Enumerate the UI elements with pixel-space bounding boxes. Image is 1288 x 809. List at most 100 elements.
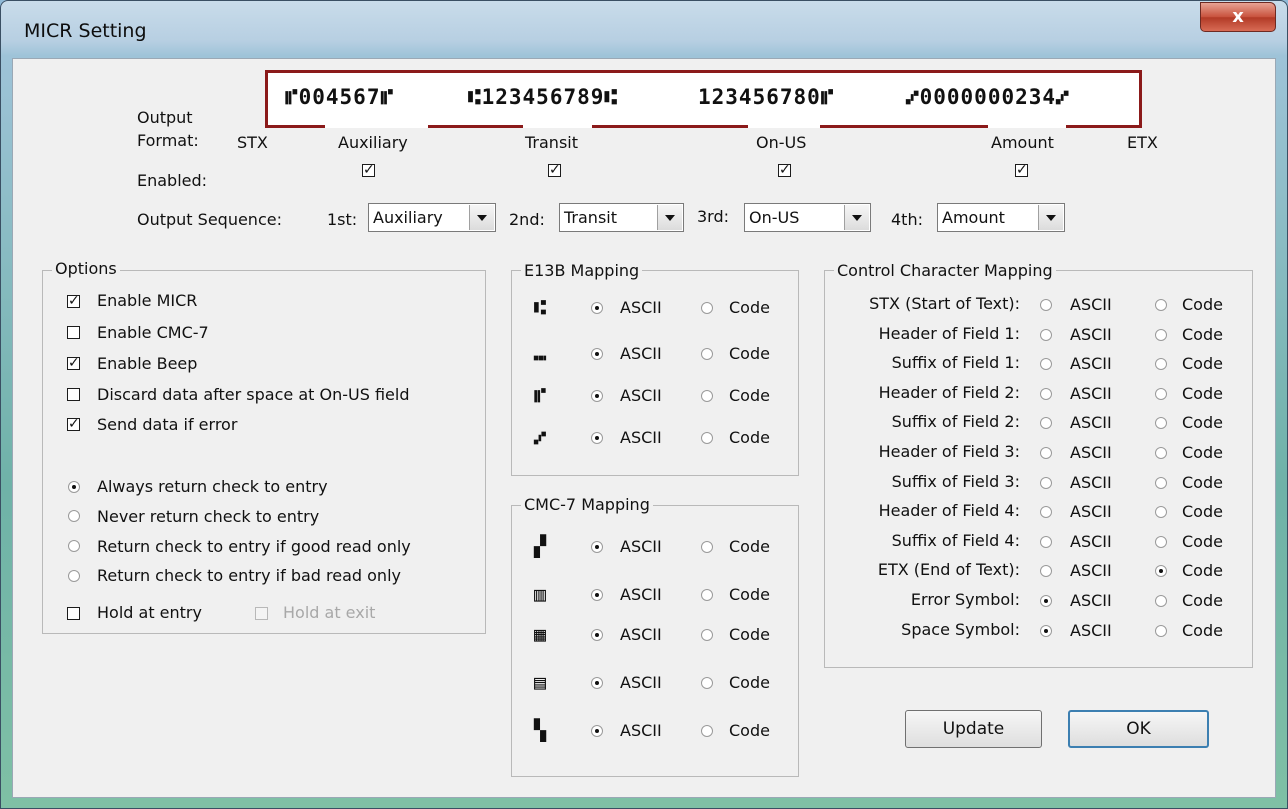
enable-micr-label[interactable]: Enable MICR xyxy=(97,291,197,310)
chevron-down-icon[interactable] xyxy=(1038,205,1063,230)
cmc7-code-label[interactable]: Code xyxy=(729,625,770,644)
enable-beep-label[interactable]: Enable Beep xyxy=(97,354,197,373)
e13b-ascii-label[interactable]: ASCII xyxy=(620,298,662,317)
hold-at-entry-checkbox[interactable] xyxy=(67,607,80,620)
sequence-4th-select[interactable]: Amount xyxy=(937,203,1065,232)
discard-data-label[interactable]: Discard data after space at On-US field xyxy=(97,385,409,404)
cmc7-code-radio[interactable] xyxy=(701,589,713,601)
enabled-amount-checkbox[interactable]: ✓ xyxy=(1015,163,1028,177)
e13b-code-label[interactable]: Code xyxy=(729,344,770,363)
enable-beep-checkbox[interactable]: ✓ xyxy=(67,356,80,370)
control-ascii-radio[interactable] xyxy=(1040,595,1052,607)
control-ascii-label[interactable]: ASCII xyxy=(1070,591,1112,610)
control-ascii-label[interactable]: ASCII xyxy=(1070,561,1112,580)
control-ascii-label[interactable]: ASCII xyxy=(1070,502,1112,521)
control-ascii-radio[interactable] xyxy=(1040,328,1052,341)
close-button[interactable]: x xyxy=(1200,2,1276,32)
control-ascii-label[interactable]: ASCII xyxy=(1070,413,1112,432)
control-ascii-radio[interactable] xyxy=(1040,447,1052,459)
cmc7-ascii-label[interactable]: ASCII xyxy=(620,673,662,692)
cmc7-ascii-label[interactable]: ASCII xyxy=(620,721,662,740)
enabled-onus-checkbox[interactable]: ✓ xyxy=(778,163,791,177)
chevron-down-icon[interactable] xyxy=(657,205,682,230)
control-ascii-label[interactable]: ASCII xyxy=(1070,354,1112,373)
cmc7-code-label[interactable]: Code xyxy=(729,585,770,604)
return-never-radio[interactable] xyxy=(68,510,80,522)
cmc7-code-label[interactable]: Code xyxy=(729,721,770,740)
sequence-2nd-select[interactable]: Transit xyxy=(559,203,684,232)
send-data-if-error-label[interactable]: Send data if error xyxy=(97,415,237,434)
e13b-code-radio[interactable] xyxy=(701,432,713,444)
control-ascii-radio[interactable] xyxy=(1040,476,1052,489)
control-code-radio[interactable] xyxy=(1155,387,1167,400)
control-code-label[interactable]: Code xyxy=(1182,502,1223,521)
e13b-code-label[interactable]: Code xyxy=(729,386,770,405)
e13b-ascii-label[interactable]: ASCII xyxy=(620,344,662,363)
control-code-label[interactable]: Code xyxy=(1182,295,1223,314)
control-code-label[interactable]: Code xyxy=(1182,325,1223,344)
control-ascii-label[interactable]: ASCII xyxy=(1070,621,1112,640)
cmc7-ascii-label[interactable]: ASCII xyxy=(620,625,662,644)
control-code-radio[interactable] xyxy=(1155,299,1167,311)
control-ascii-radio[interactable] xyxy=(1040,535,1052,548)
control-ascii-label[interactable]: ASCII xyxy=(1070,443,1112,462)
control-ascii-label[interactable]: ASCII xyxy=(1070,325,1112,344)
return-bad-read-label[interactable]: Return check to entry if bad read only xyxy=(97,566,401,585)
cmc7-ascii-radio[interactable] xyxy=(591,629,603,641)
control-ascii-label[interactable]: ASCII xyxy=(1070,532,1112,551)
cmc7-code-radio[interactable] xyxy=(701,725,713,737)
control-code-radio[interactable] xyxy=(1155,447,1167,459)
discard-data-checkbox[interactable] xyxy=(67,388,80,401)
control-code-label[interactable]: Code xyxy=(1182,443,1223,462)
cmc7-ascii-radio[interactable] xyxy=(591,677,603,689)
sequence-3rd-select[interactable]: On-US xyxy=(744,203,871,232)
return-bad-read-radio[interactable] xyxy=(68,570,80,582)
e13b-ascii-radio[interactable] xyxy=(591,432,603,444)
control-ascii-radio[interactable] xyxy=(1040,387,1052,400)
e13b-ascii-radio[interactable] xyxy=(591,302,603,314)
cmc7-ascii-radio[interactable] xyxy=(591,725,603,737)
e13b-code-label[interactable]: Code xyxy=(729,428,770,447)
e13b-code-radio[interactable] xyxy=(701,348,713,360)
cmc7-code-radio[interactable] xyxy=(701,677,713,689)
enable-cmc7-label[interactable]: Enable CMC-7 xyxy=(97,323,209,342)
enable-micr-checkbox[interactable]: ✓ xyxy=(67,294,80,308)
cmc7-code-radio[interactable] xyxy=(701,629,713,641)
control-ascii-radio[interactable] xyxy=(1040,299,1052,311)
enable-cmc7-checkbox[interactable] xyxy=(67,326,80,339)
control-code-label[interactable]: Code xyxy=(1182,532,1223,551)
e13b-ascii-radio[interactable] xyxy=(591,390,603,402)
cmc7-ascii-radio[interactable] xyxy=(591,589,603,601)
enabled-auxiliary-checkbox[interactable]: ✓ xyxy=(362,163,375,177)
control-ascii-label[interactable]: ASCII xyxy=(1070,473,1112,492)
control-ascii-radio[interactable] xyxy=(1040,624,1052,637)
send-data-if-error-checkbox[interactable]: ✓ xyxy=(67,417,80,431)
control-code-radio[interactable] xyxy=(1155,476,1167,489)
control-code-radio[interactable] xyxy=(1155,624,1167,637)
e13b-code-radio[interactable] xyxy=(701,302,713,314)
return-good-read-label[interactable]: Return check to entry if good read only xyxy=(97,537,411,556)
control-code-radio[interactable] xyxy=(1155,328,1167,341)
return-good-read-radio[interactable] xyxy=(68,540,80,552)
e13b-ascii-radio[interactable] xyxy=(591,348,603,360)
control-ascii-label[interactable]: ASCII xyxy=(1070,384,1112,403)
ok-button[interactable]: OK xyxy=(1068,710,1209,748)
return-always-radio[interactable] xyxy=(68,481,80,493)
update-button[interactable]: Update xyxy=(905,710,1042,748)
control-ascii-label[interactable]: ASCII xyxy=(1070,295,1112,314)
control-code-label[interactable]: Code xyxy=(1182,384,1223,403)
cmc7-code-label[interactable]: Code xyxy=(729,537,770,556)
control-code-radio[interactable] xyxy=(1155,595,1167,607)
sequence-1st-select[interactable]: Auxiliary xyxy=(368,203,496,232)
cmc7-code-radio[interactable] xyxy=(701,541,713,553)
e13b-ascii-label[interactable]: ASCII xyxy=(620,386,662,405)
e13b-ascii-label[interactable]: ASCII xyxy=(620,428,662,447)
cmc7-ascii-label[interactable]: ASCII xyxy=(620,537,662,556)
control-code-label[interactable]: Code xyxy=(1182,473,1223,492)
control-code-label[interactable]: Code xyxy=(1182,354,1223,373)
cmc7-ascii-label[interactable]: ASCII xyxy=(620,585,662,604)
chevron-down-icon[interactable] xyxy=(844,205,869,230)
chevron-down-icon[interactable] xyxy=(469,205,494,230)
enabled-transit-checkbox[interactable]: ✓ xyxy=(548,163,561,177)
cmc7-code-label[interactable]: Code xyxy=(729,673,770,692)
